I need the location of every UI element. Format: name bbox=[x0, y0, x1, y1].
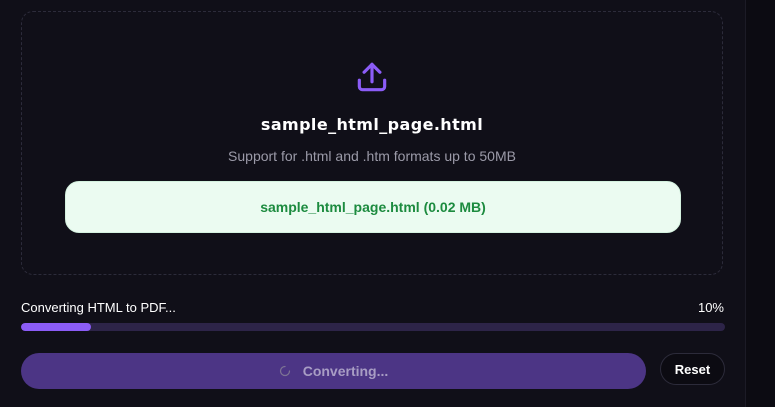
file-dropzone[interactable] bbox=[21, 11, 723, 275]
selected-file-title: sample_html_page.html bbox=[260, 115, 484, 134]
selected-file-info: sample_html_page.html (0.02 MB) bbox=[260, 199, 486, 215]
progress-bar bbox=[21, 323, 725, 331]
converter-app: sample_html_page.html Support for .html … bbox=[0, 0, 775, 407]
progress-fill bbox=[21, 323, 92, 331]
convert-button[interactable]: Converting... bbox=[21, 353, 646, 389]
conversion-status-label: Converting HTML to PDF... bbox=[21, 300, 176, 315]
reset-button[interactable]: Reset bbox=[660, 353, 725, 385]
upload-icon bbox=[357, 62, 387, 92]
right-panel-edge bbox=[745, 0, 775, 407]
spinner-icon bbox=[279, 365, 290, 377]
selected-file-badge: sample_html_page.html (0.02 MB) bbox=[65, 181, 681, 233]
convert-button-label: Converting... bbox=[302, 363, 389, 379]
supported-formats-text: Support for .html and .htm formats up to… bbox=[228, 148, 516, 164]
progress-percent: 10% bbox=[697, 300, 724, 315]
